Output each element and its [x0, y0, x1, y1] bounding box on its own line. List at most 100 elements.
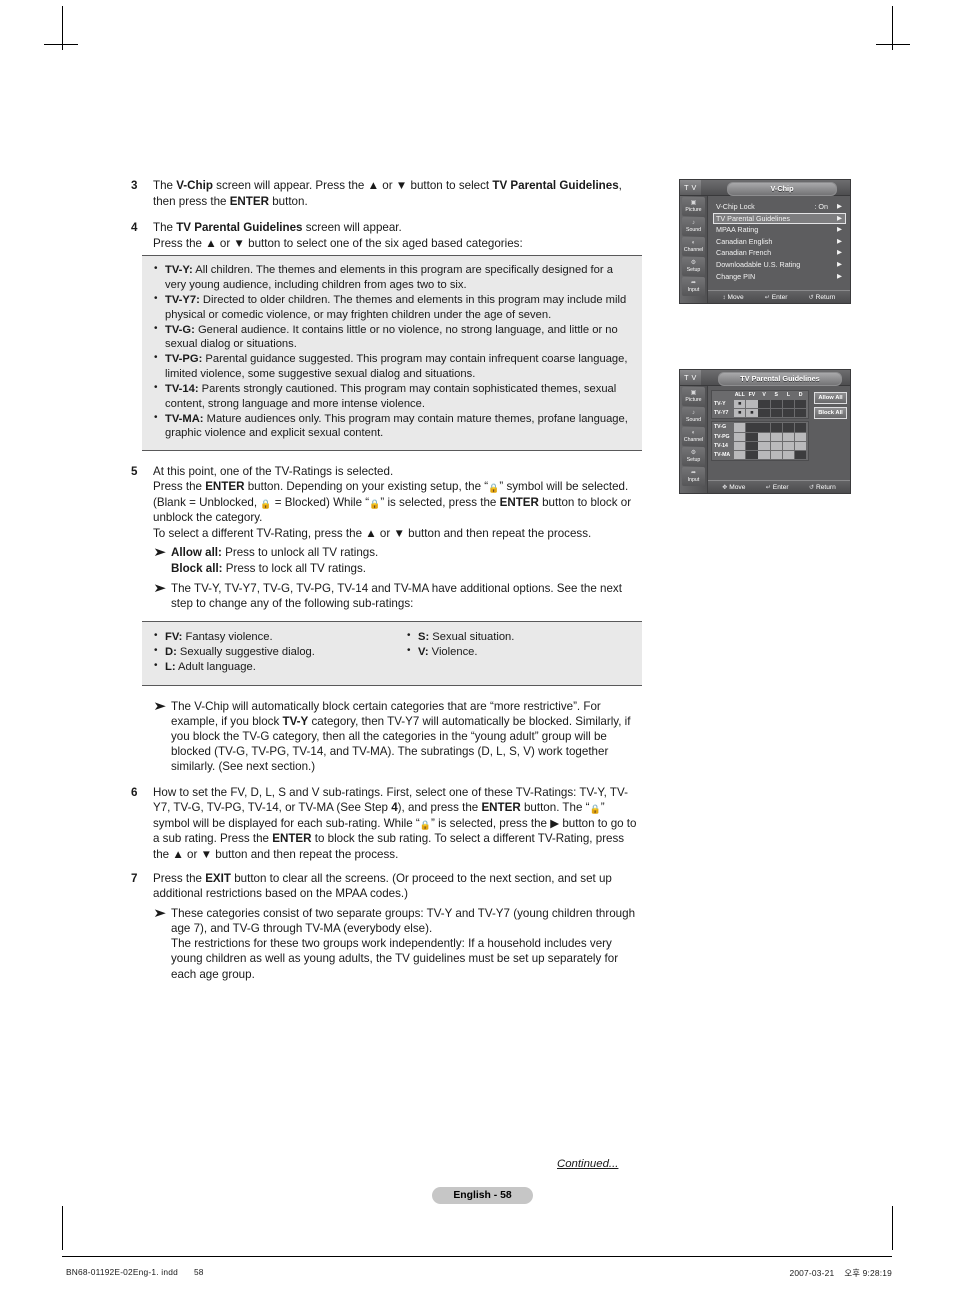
cell-tvpg-l[interactable]	[782, 432, 795, 441]
list-item: S: Sexual situation.	[407, 629, 632, 645]
osd-screenshot-guidelines: T V TV Parental Guidelines ▣ Picture ♪ S…	[679, 369, 851, 494]
step-4: 4 The TV Parental Guidelines screen will…	[131, 220, 643, 251]
sidebar-item-label: Sound	[685, 417, 701, 423]
list-item: TV-PG: Parental guidance suggested. This…	[154, 351, 632, 381]
cell-tvy-l[interactable]	[782, 400, 795, 409]
menu-item-downloadable-us-rating[interactable]: Downloadable U.S. Rating ▶	[713, 259, 846, 271]
cell-tvy-s[interactable]	[770, 400, 782, 409]
chevron-right-icon: ▶	[837, 203, 842, 210]
cell-tvma-v[interactable]	[758, 450, 770, 460]
osd-titlebar: T V V-Chip	[680, 180, 850, 196]
list-item: V: Violence.	[407, 644, 632, 660]
ratings-grid: ALL FV V S L D TV-Y ■ TV-Y7 ■ ■ TV-G TV-…	[711, 390, 809, 463]
cell-tvy7-v[interactable]	[758, 409, 770, 418]
col-header-l: L	[786, 392, 791, 398]
channel-icon: ◐	[691, 240, 696, 246]
cell-tvg-all[interactable]	[734, 423, 746, 432]
menu-item-vchip-lock[interactable]: V-Chip Lock : On ▶	[713, 201, 846, 213]
sidebar-item-sound[interactable]: ♪ Sound	[682, 407, 705, 426]
cell-tvy7-d[interactable]	[794, 409, 807, 418]
cell-tvy7-s[interactable]	[770, 409, 782, 418]
rating-term: TV-PG:	[165, 353, 203, 366]
cell-tvy-d[interactable]	[794, 400, 807, 409]
sidebar-item-picture[interactable]: ▣ Picture	[682, 197, 705, 216]
cell-tvpg-v[interactable]	[758, 432, 770, 441]
cell-tvma-all[interactable]	[734, 450, 746, 460]
grid-header-row: ALL FV V S L D	[713, 392, 807, 399]
sound-icon: ♪	[692, 220, 695, 226]
cell-tvg-v[interactable]	[758, 423, 770, 432]
cell-tvy7-all[interactable]: ■	[734, 409, 746, 418]
menu-item-canadian-english[interactable]: Canadian English ▶	[713, 236, 846, 248]
rating-term: TV-Y:	[165, 264, 193, 277]
cell-tvg-s[interactable]	[770, 423, 782, 432]
ratings-action-buttons: Allow All Block All	[814, 392, 847, 422]
menu-item-change-pin[interactable]: Change PIN ▶	[713, 271, 846, 283]
cell-tvpg-s[interactable]	[770, 432, 782, 441]
cell-tvy7-l[interactable]	[782, 409, 795, 418]
menu-item-tv-parental-guidelines[interactable]: TV Parental Guidelines ▶	[713, 212, 846, 225]
cell-tv14-v[interactable]	[758, 441, 770, 450]
sidebar-item-sound[interactable]: ♪ Sound	[682, 217, 705, 236]
sidebar-item-picture[interactable]: ▣ Picture	[682, 387, 705, 406]
osd-tv-label: T V	[680, 370, 701, 385]
block-all-button[interactable]: Block All	[814, 407, 847, 419]
cell-tvy7-fv[interactable]: ■	[746, 409, 758, 418]
cell-tv14-fv[interactable]	[746, 441, 758, 450]
list-item: TV-Y: All children. The themes and eleme…	[154, 262, 632, 292]
chevron-right-icon: ▶	[837, 214, 842, 222]
cell-tvg-fv[interactable]	[746, 423, 758, 432]
cell-tv14-all[interactable]	[734, 441, 746, 450]
sidebar-item-channel[interactable]: ◐ Channel	[682, 427, 705, 446]
picture-icon: ▣	[690, 390, 697, 396]
subrating-term: D:	[165, 646, 177, 659]
manual-page: 3 The V-Chip screen will appear. Press t…	[0, 0, 954, 1294]
cell-tvy-v[interactable]	[758, 400, 770, 409]
cell-tvpg-all[interactable]	[734, 432, 746, 441]
cell-tvpg-fv[interactable]	[746, 432, 758, 441]
table-row: TV-Y ■	[713, 400, 807, 409]
cell-tvy-fv[interactable]	[746, 400, 758, 409]
continued-label: Continued...	[557, 1158, 619, 1170]
subrating-term: FV:	[165, 631, 183, 644]
cell-tv14-s[interactable]	[770, 441, 782, 450]
cell-tv14-l[interactable]	[782, 441, 795, 450]
enter-key-icon: ↵	[764, 294, 770, 301]
row-label-tv-ma: TV-MA	[714, 451, 731, 458]
step-5-text: At this point, one of the TV-Ratings is …	[153, 464, 632, 540]
allow-all-button[interactable]: Allow All	[814, 392, 847, 404]
sidebar-item-setup[interactable]: ⚙ Setup	[682, 257, 705, 276]
step-4-text: The TV Parental Guidelines screen will a…	[153, 221, 523, 250]
chevron-right-icon: ▶	[837, 260, 842, 268]
sidebar-item-input[interactable]: ➦ Input	[682, 467, 705, 486]
cell-tvg-d[interactable]	[794, 423, 807, 432]
rating-desc: All children. The themes and elements in…	[165, 264, 613, 291]
help-return: ↺ Return	[808, 484, 836, 491]
subrating-term: V:	[418, 646, 429, 659]
rating-term: TV-MA:	[165, 412, 204, 425]
sidebar-item-setup[interactable]: ⚙ Setup	[682, 447, 705, 466]
cell-tvma-l[interactable]	[782, 450, 795, 460]
sidebar-item-channel[interactable]: ◐ Channel	[682, 237, 705, 256]
cell-tvg-l[interactable]	[782, 423, 795, 432]
cell-tvpg-d[interactable]	[794, 432, 807, 441]
cell-tvma-s[interactable]	[770, 450, 782, 460]
row-label-tv-14: TV-14	[714, 442, 728, 449]
chevron-right-icon: ▶	[837, 272, 842, 280]
footer-time: 오후 9:28:19	[844, 1268, 892, 1278]
menu-item-mpaa-rating[interactable]: MPAA Rating ▶	[713, 224, 846, 236]
osd-content: ALL FV V S L D TV-Y ■ TV-Y7 ■ ■ TV-G TV-…	[708, 386, 850, 493]
return-key-icon: ↺	[808, 484, 815, 491]
rating-desc: Parents strongly cautioned. This program…	[165, 383, 617, 410]
list-item: D: Sexually suggestive dialog.	[154, 644, 407, 660]
sidebar-item-label: Picture	[685, 397, 702, 403]
cell-tvma-fv[interactable]	[746, 450, 758, 460]
menu-item-canadian-french[interactable]: Canadian French ▶	[713, 247, 846, 259]
cell-tvma-d[interactable]	[794, 450, 807, 460]
sidebar-item-input[interactable]: ➦ Input	[682, 277, 705, 296]
cell-tvy-all[interactable]: ■	[734, 400, 746, 409]
channel-icon: ◐	[691, 430, 696, 436]
list-item: TV-14: Parents strongly cautioned. This …	[154, 381, 632, 411]
cell-tv14-d[interactable]	[794, 441, 807, 450]
chevron-right-icon: ▶	[837, 237, 842, 245]
